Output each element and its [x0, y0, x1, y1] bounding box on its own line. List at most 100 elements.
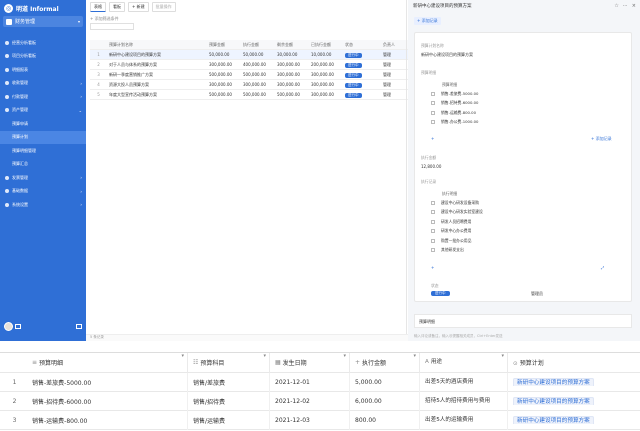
col-header[interactable]: 已执行金额 [309, 42, 343, 48]
tab-table-view[interactable]: 表格 [90, 1, 106, 12]
table-cell: 3 [97, 72, 100, 77]
new-record-button[interactable]: + 新建 [128, 1, 149, 12]
list-item[interactable]: 销售-差旅费-5000.00 [431, 89, 478, 99]
checkbox[interactable] [431, 120, 435, 125]
checkbox[interactable] [431, 91, 435, 96]
list-item-label: 其他研发支出 [441, 247, 464, 253]
col-header[interactable]: 剩余金额 [275, 42, 309, 48]
sidebar-item[interactable]: 经营分析看板 [0, 36, 86, 50]
add-filter-button[interactable]: + 添加筛选条件 [90, 16, 119, 22]
sidebar-item[interactable]: 基础数据 › [0, 185, 86, 199]
search-input[interactable] [90, 23, 134, 30]
table-row[interactable]: 2 对于人员与体系的预算方案 300,000.00 400,000.00 300,000… [90, 60, 408, 70]
table-cell: 出差5人的运输费用 [420, 410, 508, 430]
table-cell: 300,000.00 [311, 92, 334, 97]
col-header[interactable]: 预算计划名称 [107, 42, 207, 48]
sidebar-item[interactable]: 系统设置 › [0, 198, 86, 212]
checkbox[interactable] [431, 238, 435, 243]
table-cell: 销售-招待费-6000.00 [29, 391, 188, 411]
add-record-link[interactable]: + 添加记录 [591, 136, 612, 142]
number-icon: + [355, 359, 361, 366]
sidebar-item[interactable]: 预算明细管理 [0, 144, 86, 158]
list-item[interactable]: 建设中心研发设备采购 [431, 198, 483, 208]
nav-icon [5, 189, 9, 194]
sidebar-item[interactable]: 付款管理 › [0, 90, 86, 104]
list-header: 执行明细 [442, 190, 458, 196]
list-item[interactable]: 建设中心研发实验室建设 [431, 208, 483, 218]
add-record-link[interactable]: + [431, 265, 434, 270]
table-cell: 销售/运输费 [188, 410, 270, 430]
list-item[interactable]: 购置一批办公用品 [431, 236, 483, 246]
close-icon[interactable]: × [632, 3, 636, 9]
col-header-amount[interactable]: + 执行金额 ▾ [350, 352, 420, 373]
sidebar-item[interactable]: 项目分析看板 [0, 50, 86, 64]
sidebar-item[interactable]: 收款管理 › [0, 77, 86, 91]
batch-button[interactable]: 批量操作 [151, 1, 176, 12]
table-row[interactable]: 5 年度大型宣传活动预算方案 500,000.00 500,000.00 500,000… [90, 90, 408, 100]
sidebar-item[interactable]: 预算申请 [0, 117, 86, 131]
comment-input[interactable]: 输入评论或备注，输入@提醒相关成员，Ctrl+Enter发送 [408, 334, 640, 341]
chevron-down-icon[interactable]: ▾ [181, 353, 184, 359]
col-header[interactable]: 预算金额 [207, 42, 241, 48]
table-cell: 500,000.00 [209, 92, 232, 97]
list-item[interactable]: 研发人员招聘费用 [431, 217, 483, 227]
table-cell: 销售/招待费 [188, 391, 270, 411]
avatar[interactable] [4, 322, 13, 331]
table-row[interactable]: 4 资源大投人员预算方案 300,000.00 300,000.00 300,000.0… [90, 80, 408, 90]
checkbox[interactable] [431, 219, 435, 224]
table-row[interactable]: 2 销售-招待费-6000.00 销售/招待费 2021-12-02 6,000.00 招… [0, 391, 640, 411]
table-row[interactable]: 1 新研中心建设项目的预算方案 50,000.00 50,000.00 30,000.0… [90, 50, 408, 60]
list-item[interactable]: 其他研发支出 [431, 246, 483, 256]
panel-add-button[interactable]: + 添加记录 [414, 17, 441, 25]
linked-record-chip[interactable]: 新研中心建设项目的预算方案 [513, 397, 594, 405]
table-cell: 400,000.00 [243, 62, 266, 67]
chevron-down-icon[interactable]: ▾ [263, 353, 266, 359]
table-row[interactable]: 3 销售-运输费-800.00 销售/运输费 2021-12-03 800.00 出差5人… [0, 410, 640, 430]
col-header-detail[interactable]: ≡ 预算明细 ▾ [29, 352, 188, 373]
sidebar-item[interactable]: 资产管理 ⌄ [0, 104, 86, 118]
expand-icon[interactable]: ⤢ [601, 265, 604, 270]
tab-board-view[interactable]: 看板 [109, 1, 125, 12]
checkbox[interactable] [431, 229, 435, 234]
linked-record-chip[interactable]: 新研中心建设项目的预算方案 [513, 378, 594, 386]
list-item[interactable]: 销售-办公费-1000.00 [431, 118, 478, 128]
list-item-label: 销售-差旅费-5000.00 [441, 90, 479, 96]
chevron-down-icon[interactable]: ▾ [413, 353, 416, 359]
col-header-plan[interactable]: ⊙ 预算计划 [508, 358, 638, 367]
table-row[interactable]: 1 销售-差旅费-5000.00 销售/差旅费 2021-12-01 5,000.00 出… [0, 372, 640, 392]
col-header-subject[interactable]: ☷ 预算科目 ▾ [188, 352, 270, 373]
col-header[interactable]: 状态 [343, 42, 381, 48]
sidebar-item[interactable]: 预算计划 [0, 130, 86, 144]
panel-section[interactable]: 预算明细 [414, 314, 632, 328]
table-cell: 进行中 [343, 72, 381, 78]
sidebar-item[interactable]: 明细报表 [0, 63, 86, 77]
checkbox[interactable] [431, 200, 435, 205]
col-header-date[interactable]: ▦ 发生日期 ▾ [270, 352, 350, 373]
col-header[interactable]: 负责人 [381, 42, 397, 48]
list-item[interactable]: 研发中心办公费用 [431, 227, 483, 237]
star-icon[interactable]: ☆ [614, 3, 618, 9]
sidebar-nav: 经营分析看板 项目分析看板 明细报表 收款管理 › 付款管理 › 资产管理 ⌄ 预算申请 预算计划预… [0, 36, 86, 212]
chevron-down-icon[interactable]: ▾ [343, 353, 346, 359]
chevron-down-icon[interactable]: ▾ [501, 353, 504, 360]
checkbox[interactable] [431, 110, 435, 115]
linked-record-chip[interactable]: 新研中心建设项目的预算方案 [513, 416, 594, 424]
more-icon[interactable]: ⋯ [623, 3, 628, 9]
checkbox[interactable] [431, 210, 435, 215]
list-item[interactable]: 销售-招待费-6000.00 [431, 99, 478, 109]
col-header[interactable]: 执行金额 [241, 42, 275, 48]
list-item[interactable]: 销售-运输费-800.00 [431, 108, 478, 118]
col-header-use[interactable]: A 用途 ▾ [420, 352, 508, 373]
checkbox[interactable] [431, 248, 435, 253]
sidebar-item[interactable]: 预算汇总 [0, 158, 86, 172]
nav-icon [5, 94, 9, 99]
checkbox[interactable] [431, 101, 435, 106]
table-row[interactable]: 3 新研一季度营销推广方案 500,000.00 500,000.00 300,000.… [90, 70, 408, 80]
field-value[interactable]: 新研中心建设项目的预算方案 [421, 52, 473, 58]
workspace-selector[interactable]: 财务管理 ▾ [3, 16, 83, 27]
sidebar-item-label: 资产管理 [12, 107, 28, 113]
add-record-link[interactable]: + [431, 136, 434, 141]
sidebar-item[interactable]: 发票管理 › [0, 171, 86, 185]
layout-icon[interactable] [76, 324, 82, 329]
collapse-icon[interactable] [15, 324, 21, 329]
